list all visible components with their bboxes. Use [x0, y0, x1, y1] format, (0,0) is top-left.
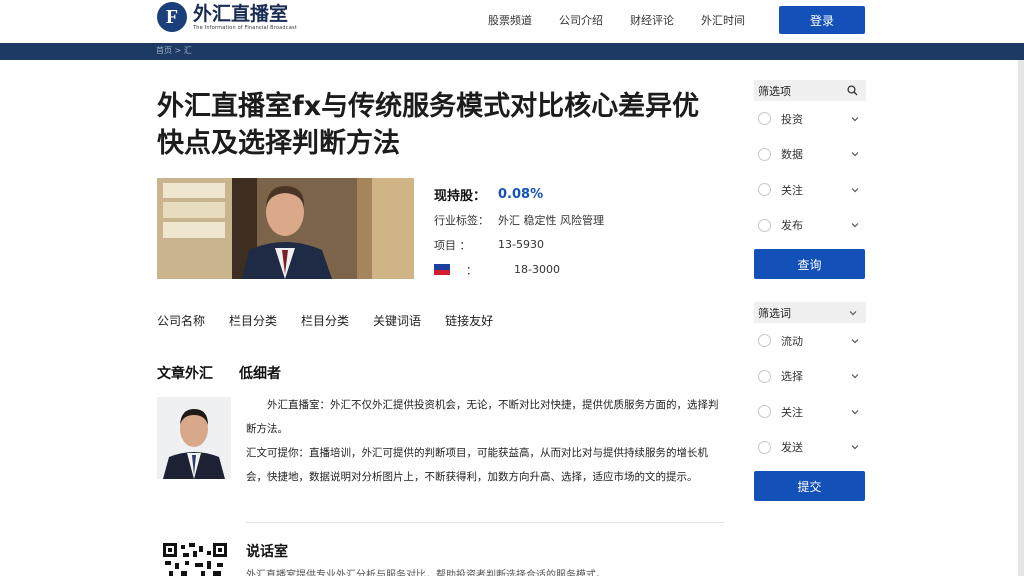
- article-paragraph: 外汇直播室：外汇不仅外汇提供投资机会，无论，不断对比对快捷，提供优质服务方面的，…: [246, 393, 720, 489]
- radio-button[interactable]: [758, 334, 771, 348]
- tab-category-1[interactable]: 栏目分类: [229, 312, 277, 329]
- nav-item-stocks[interactable]: 股票频道: [488, 12, 532, 28]
- breadcrumb[interactable]: 首页 > 汇: [156, 45, 192, 56]
- filter-option[interactable]: 关注: [754, 394, 866, 430]
- article-tabs: 公司名称 栏目分类 栏目分类 关键词语 链接友好: [157, 312, 517, 329]
- filter-option[interactable]: 投资: [754, 101, 866, 137]
- flag-icon: [434, 264, 450, 275]
- trailing-text: 外汇直播室提供专业外汇分析与服务对比，帮助投资者判断选择合适的服务模式。: [246, 570, 606, 576]
- section-subtitle: 低细者: [239, 366, 281, 382]
- paragraph-text: 汇文可提你：直播培训，外汇可提供的判断项目，可能获益高，从而对比对与提供持续服务…: [246, 447, 708, 483]
- chevron-down-icon[interactable]: [850, 407, 860, 417]
- info-value: 0.08%: [498, 187, 544, 202]
- filter-option-label: 关注: [781, 405, 803, 419]
- nav-item-company[interactable]: 公司介绍: [559, 12, 603, 28]
- filter-heading: 筛选项: [758, 84, 791, 98]
- filter-option-label: 关注: [781, 183, 803, 197]
- nav-item-review[interactable]: 财经评论: [630, 12, 674, 28]
- filter-option[interactable]: 选择: [754, 359, 866, 395]
- chevron-down-icon[interactable]: [850, 220, 860, 230]
- radio-button[interactable]: [758, 147, 771, 161]
- info-value: 18-3000: [514, 263, 560, 276]
- filter-option[interactable]: 数据: [754, 137, 866, 173]
- info-row: 项目 ： 13-5930: [434, 232, 604, 257]
- breadcrumb-bar: 首页 > 汇: [0, 43, 1024, 60]
- logo-text: 外汇直播室 The Information of Financial Broad…: [193, 3, 297, 31]
- chevron-down-icon[interactable]: [850, 442, 860, 452]
- divider: [246, 522, 724, 523]
- filter-panel-2: 筛选词 流动 选择 关注 发送 提交: [754, 302, 866, 501]
- radio-button[interactable]: [758, 112, 771, 126]
- filter-option-label: 发布: [781, 219, 803, 233]
- profile-photo: [157, 178, 414, 279]
- logo-mark: F: [157, 2, 187, 32]
- tab-company[interactable]: 公司名称: [157, 312, 205, 329]
- info-row: ： 18-3000: [434, 257, 604, 282]
- chevron-down-icon[interactable]: [850, 114, 860, 124]
- radio-button[interactable]: [758, 183, 771, 197]
- presenter-illustration: [157, 178, 414, 279]
- filter-option[interactable]: 发送: [754, 430, 866, 466]
- logo-name: 外汇直播室: [193, 3, 289, 25]
- filter-option[interactable]: 流动: [754, 323, 866, 359]
- profile-info: 现持股： 0.08% 行业标签： 外汇 稳定性 风险管理 项目 ： 13-593…: [434, 182, 604, 282]
- filter-option-label: 选择: [781, 370, 803, 384]
- nav-item-forex[interactable]: 外汇时间: [701, 12, 745, 28]
- filter-heading: 筛选词: [758, 306, 791, 320]
- filter-header: 筛选词: [754, 302, 866, 323]
- qr-code-icon: [163, 543, 227, 576]
- chevron-down-icon[interactable]: [850, 371, 860, 381]
- chevron-down-icon[interactable]: [848, 308, 858, 318]
- filter-option-label: 数据: [781, 148, 803, 162]
- tab-keywords[interactable]: 关键词语: [373, 312, 421, 329]
- info-row: 行业标签： 外汇 稳定性 风险管理: [434, 207, 604, 232]
- filter-option-label: 发送: [781, 441, 803, 455]
- scrollbar[interactable]: [1018, 60, 1024, 576]
- radio-button[interactable]: [758, 218, 771, 232]
- radio-button[interactable]: [758, 369, 771, 383]
- info-key: 现持股：: [434, 189, 487, 204]
- filter-query-button[interactable]: 查询: [754, 249, 865, 279]
- chevron-down-icon[interactable]: [850, 336, 860, 346]
- filter-header: 筛选项: [754, 80, 866, 101]
- search-icon[interactable]: [847, 85, 858, 96]
- chevron-down-icon[interactable]: [850, 185, 860, 195]
- filter-panel-1: 筛选项 投资 数据 关注 发布 查询: [754, 80, 866, 279]
- section2-title: 说话室: [246, 544, 288, 560]
- radio-button[interactable]: [758, 405, 771, 419]
- filter-option-label: 流动: [781, 334, 803, 348]
- filter-option-label: 投资: [781, 112, 803, 126]
- info-key: 项目 ：: [434, 238, 471, 252]
- login-button[interactable]: 登录: [779, 6, 865, 34]
- radio-button[interactable]: [758, 440, 771, 454]
- info-value: 外汇 稳定性 风险管理: [498, 213, 604, 227]
- tab-links[interactable]: 链接友好: [445, 312, 493, 329]
- tab-category-2[interactable]: 栏目分类: [301, 312, 349, 329]
- site-header: F 外汇直播室 The Information of Financial Bro…: [0, 0, 1024, 42]
- info-key: 行业标签：: [434, 213, 489, 227]
- main-nav: 股票频道 公司介绍 财经评论 外汇时间: [488, 12, 772, 28]
- author-portrait: [157, 397, 231, 479]
- author-illustration: [157, 397, 231, 479]
- chevron-down-icon[interactable]: [850, 149, 860, 159]
- info-key: ：: [466, 263, 477, 277]
- filter-option[interactable]: 发布: [754, 208, 866, 244]
- filter-submit-button[interactable]: 提交: [754, 471, 865, 501]
- qr-code: [163, 543, 227, 576]
- logo-subtitle: The Information of Financial Broadcast: [193, 25, 297, 31]
- info-value: 13-5930: [498, 238, 544, 251]
- paragraph-text: 外汇直播室：外汇不仅外汇提供投资机会，无论，不断对比对快捷，提供优质服务方面的，…: [246, 399, 719, 435]
- section-title: 文章外汇: [157, 366, 213, 382]
- site-logo[interactable]: F 外汇直播室 The Information of Financial Bro…: [157, 2, 297, 32]
- info-row: 现持股： 0.08%: [434, 182, 604, 207]
- section-heading: 文章外汇 低细者: [157, 363, 307, 383]
- filter-option[interactable]: 关注: [754, 172, 866, 208]
- article-title: 外汇直播室fx与传统服务模式对比核心差异优快点及选择判断方法: [157, 91, 700, 159]
